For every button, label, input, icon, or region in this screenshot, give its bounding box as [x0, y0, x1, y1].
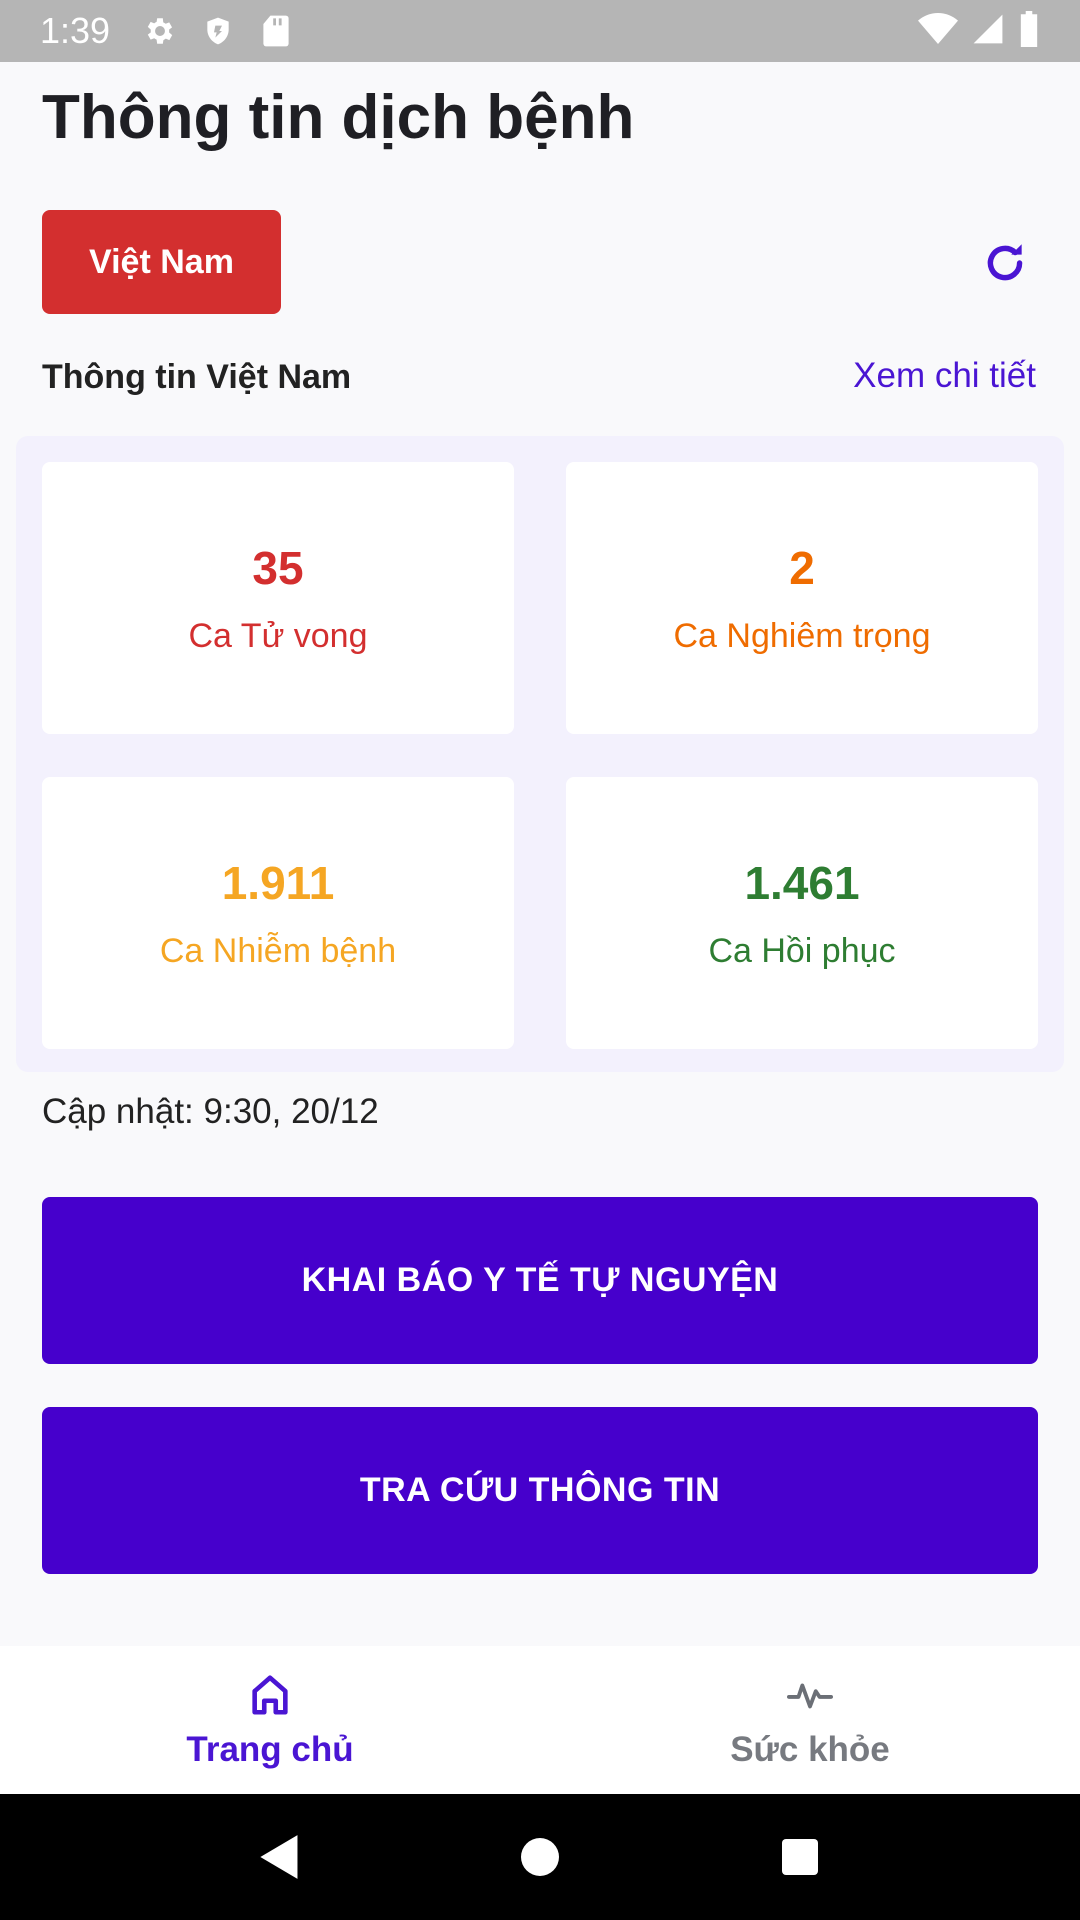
system-nav-bar	[0, 1794, 1080, 1920]
country-select-button[interactable]: Việt Nam	[42, 210, 281, 314]
home-icon	[245, 1670, 295, 1720]
stat-card-deaths: 35 Ca Tử vong	[42, 462, 514, 734]
health-declaration-button[interactable]: KHAI BÁO Y TẾ TỰ NGUYỆN	[42, 1197, 1038, 1364]
stats-panel: 35 Ca Tử vong 2 Ca Nghiêm trọng 1.911 Ca…	[16, 436, 1064, 1072]
battery-icon	[1018, 10, 1040, 52]
stat-value: 1.461	[744, 856, 860, 909]
stat-label: Ca Tử vong	[188, 616, 368, 655]
back-icon[interactable]	[250, 1827, 310, 1887]
gear-icon	[140, 11, 180, 51]
page-title: Thông tin dịch bệnh	[42, 83, 635, 152]
stat-value: 1.911	[221, 856, 335, 909]
recents-icon[interactable]	[770, 1827, 830, 1887]
nav-item-health[interactable]: Sức khỏe	[540, 1646, 1080, 1794]
wifi-icon	[918, 12, 958, 51]
view-details-link[interactable]: Xem chi tiết	[853, 356, 1036, 396]
refresh-button[interactable]	[976, 234, 1034, 292]
stat-label: Ca Nhiễm bệnh	[159, 931, 397, 970]
stat-card-infected: 1.911 Ca Nhiễm bệnh	[42, 777, 514, 1049]
status-bar: 1:39	[0, 0, 1080, 62]
pulse-icon	[785, 1670, 835, 1720]
stat-value: 35	[252, 541, 304, 594]
nav-label: Trang chủ	[186, 1730, 354, 1769]
lookup-info-button[interactable]: TRA CỨU THÔNG TIN	[42, 1407, 1038, 1574]
signal-icon	[972, 12, 1004, 51]
app-screen: 1:39 Thông tin dịch bệnh Việt Nam Thông …	[0, 0, 1080, 1920]
shield-icon	[198, 11, 238, 51]
stat-card-recovered: 1.461 Ca Hồi phục	[566, 777, 1038, 1049]
stat-value: 2	[789, 541, 815, 594]
status-right-group	[918, 10, 1040, 52]
section-title: Thông tin Việt Nam	[42, 358, 352, 396]
last-updated-text: Cập nhật: 9:30, 20/12	[42, 1092, 379, 1131]
stat-label: Ca Hồi phục	[708, 931, 896, 970]
nav-item-home[interactable]: Trang chủ	[0, 1646, 540, 1794]
sd-card-icon	[256, 11, 296, 51]
status-time: 1:39	[40, 10, 111, 51]
nav-label: Sức khỏe	[730, 1730, 890, 1769]
stat-card-critical: 2 Ca Nghiêm trọng	[566, 462, 1038, 734]
bottom-nav: Trang chủ Sức khỏe	[0, 1646, 1080, 1794]
refresh-icon	[987, 244, 1023, 281]
stat-label: Ca Nghiêm trọng	[673, 616, 931, 655]
home-circle-icon[interactable]	[510, 1827, 570, 1887]
